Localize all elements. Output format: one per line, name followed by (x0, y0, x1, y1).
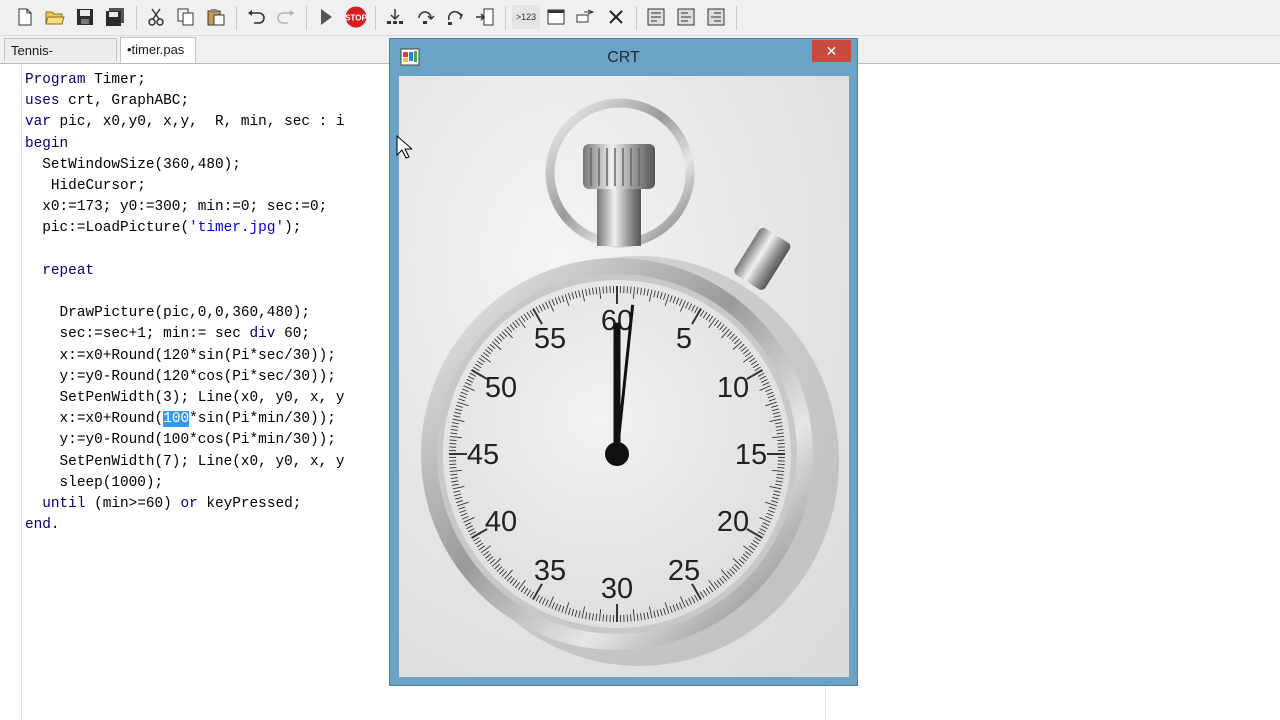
toolbar-separator (636, 6, 637, 30)
code-line: DrawPicture(pic,0,0,360,480); (25, 305, 310, 322)
window-title: CRT (607, 49, 640, 66)
crt-canvas: 60 5 10 15 20 25 30 35 40 45 50 55 (399, 76, 849, 677)
crt-window[interactable]: CRT ✕ 60 5 10 15 20 25 30 35 40 45 50 55 (389, 38, 858, 686)
code-line: until (min>=60) or keyPressed; (25, 496, 302, 513)
dial-tick (630, 614, 632, 622)
watch-stem (597, 186, 641, 246)
step-out-icon[interactable] (444, 5, 466, 29)
cut-icon[interactable] (145, 5, 167, 29)
undo-icon[interactable] (245, 5, 267, 29)
watch-label: >123 (515, 12, 537, 22)
dial-tick (449, 439, 457, 441)
tab-tennis-green[interactable]: Tennis-green.pas (4, 38, 117, 81)
save-icon[interactable] (74, 5, 96, 29)
code-line: SetWindowSize(360,480); (25, 156, 241, 173)
close-icon[interactable] (605, 5, 627, 29)
open-folder-icon[interactable] (44, 5, 66, 29)
code-text[interactable]: Program Timer; uses crt, GraphABC; var pic… (25, 70, 345, 536)
text-selection: 100 (163, 411, 190, 428)
dial-number: 40 (485, 506, 517, 538)
code-line: repeat (25, 262, 95, 279)
code-line: x:=x0+Round(100*sin(Pi*min/30)); (25, 411, 336, 428)
code-line: pic:=LoadPicture('timer.jpg'); (25, 220, 302, 237)
run-to-cursor-icon[interactable] (474, 5, 496, 29)
dial-number: 30 (601, 573, 633, 605)
watch-crown (583, 144, 655, 189)
code-line: y:=y0-Round(120*cos(Pi*sec/30)); (25, 368, 336, 385)
dial-number: 10 (717, 372, 749, 404)
output-window-icon[interactable] (545, 5, 567, 29)
toolbar-separator (236, 6, 237, 30)
code-line: sleep(1000); (25, 474, 164, 491)
stop-icon[interactable]: STOP (344, 5, 368, 29)
dial-tick (602, 286, 604, 294)
dial-number: 5 (676, 323, 692, 355)
dial-tick (449, 467, 457, 469)
new-file-icon[interactable] (14, 5, 36, 29)
dial-number: 55 (534, 323, 566, 355)
dial-tick (777, 467, 785, 469)
dial-number: 25 (668, 555, 700, 587)
toolbar: STOP >123 (0, 0, 1280, 36)
code-line: SetPenWidth(3); Line(x0, y0, x, y (25, 390, 345, 407)
run-icon[interactable] (315, 5, 337, 29)
toolbar-separator (505, 6, 506, 30)
code-line: x0:=173; y0:=300; min:=0; sec:=0; (25, 199, 328, 216)
close-button[interactable]: ✕ (812, 40, 851, 62)
step-into-icon[interactable] (384, 5, 406, 29)
dial-number: 20 (717, 506, 749, 538)
toolbar-separator (736, 6, 737, 30)
editor-gutter (0, 64, 22, 720)
crt-titlebar[interactable]: CRT ✕ (390, 39, 857, 76)
stop-label: STOP (345, 14, 367, 23)
paste-icon[interactable] (205, 5, 227, 29)
code-line: var pic, x0,y0, x,y, R, min, sec : i (25, 114, 345, 131)
step-over-icon[interactable] (414, 5, 436, 29)
mouse-pointer-icon (396, 135, 412, 159)
hand-pivot (605, 442, 629, 466)
toolbar-separator (375, 6, 376, 30)
save-all-icon[interactable] (104, 5, 126, 29)
format-icon[interactable] (645, 5, 667, 29)
breakpoint-icon[interactable] (575, 5, 597, 29)
redo-icon[interactable] (275, 5, 297, 29)
code-line: begin (25, 135, 69, 152)
align-left-icon[interactable] (675, 5, 697, 29)
code-line: end. (25, 517, 60, 534)
dial-number: 45 (467, 439, 499, 471)
stopwatch-image: 60510152025303540455055 (399, 76, 849, 677)
dial-number: 15 (735, 439, 767, 471)
dial-number: 35 (534, 555, 566, 587)
watch-icon[interactable]: >123 (512, 5, 540, 29)
align-right-icon[interactable] (705, 5, 727, 29)
code-line: SetPenWidth(7); Line(x0, y0, x, y (25, 453, 345, 470)
code-line: HideCursor; (25, 178, 146, 195)
code-line: x:=x0+Round(120*sin(Pi*sec/30)); (25, 347, 336, 364)
dial-tick (602, 614, 604, 622)
code-line: sec:=sec+1; min:= sec div 60; (25, 326, 310, 343)
copy-icon[interactable] (175, 5, 197, 29)
toolbar-separator (136, 6, 137, 30)
code-line: y:=y0-Round(100*cos(Pi*min/30)); (25, 432, 336, 449)
code-line: Program Timer; (25, 72, 146, 88)
code-line: uses crt, GraphABC; (25, 93, 190, 110)
toolbar-separator (306, 6, 307, 30)
tab-timer[interactable]: •timer.pas (120, 37, 196, 63)
dial-tick (777, 439, 785, 441)
dial-tick (630, 286, 632, 294)
dial-number: 50 (485, 372, 517, 404)
